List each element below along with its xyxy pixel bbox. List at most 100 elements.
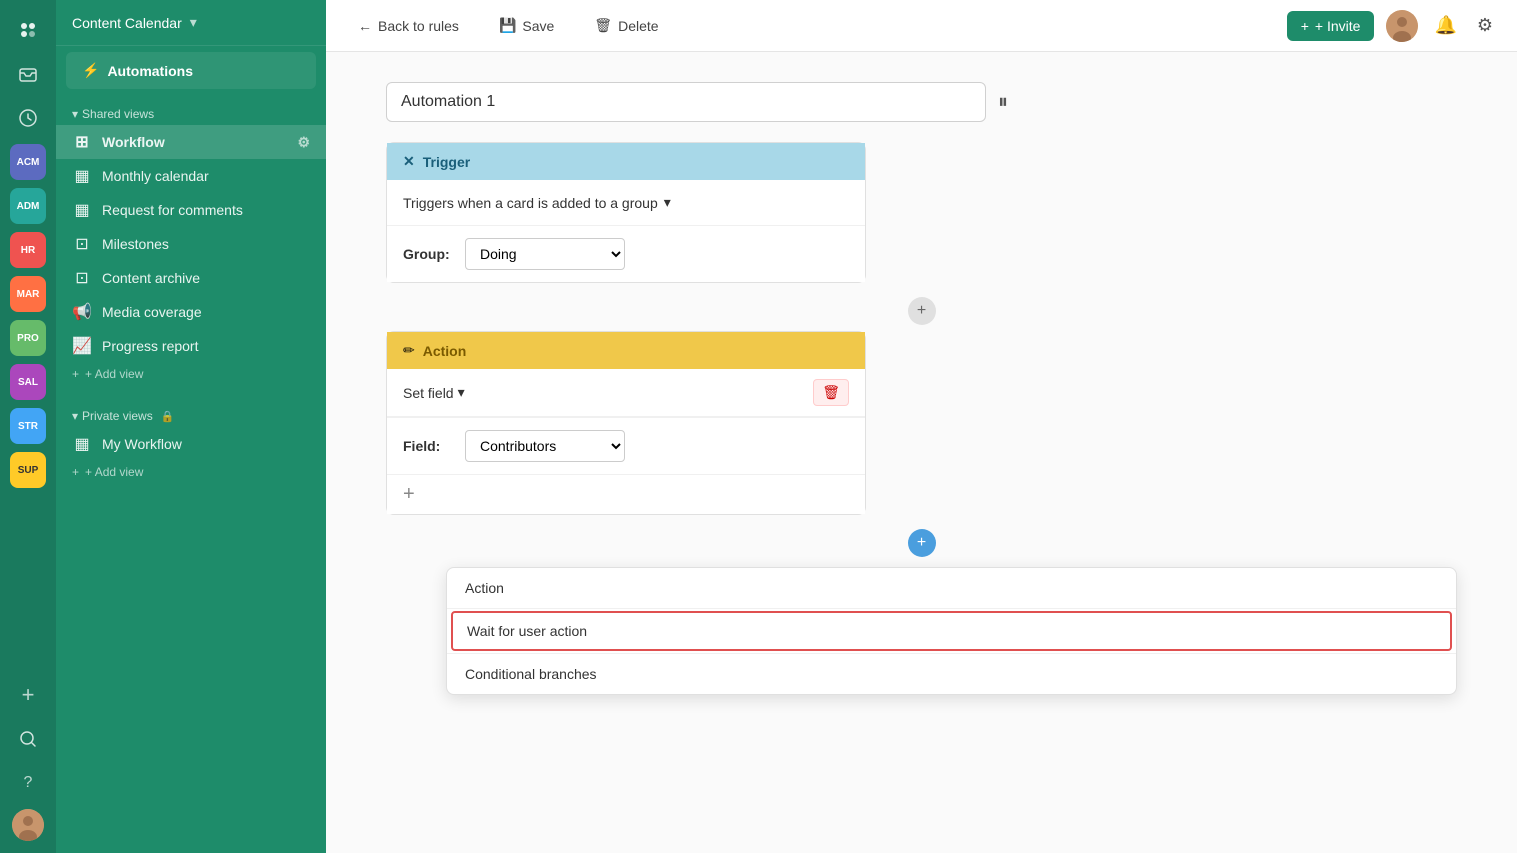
connector-gray: + bbox=[386, 291, 1457, 331]
sidebar-title: Content Calendar bbox=[72, 15, 182, 31]
dropdown-item-wait-user-action[interactable]: Wait for user action bbox=[451, 611, 1452, 651]
save-button[interactable]: 💾 Save bbox=[487, 11, 566, 40]
plus-icon-blue: + bbox=[917, 534, 926, 552]
action-block-body: Set field ▾ 🗑 Field: Contributors Assign… bbox=[387, 369, 865, 514]
sidebar-item-content-archive[interactable]: ⊡ Content archive bbox=[56, 261, 326, 295]
user-avatar-rail[interactable] bbox=[12, 809, 44, 841]
connector-add-btn-gray[interactable]: + bbox=[908, 297, 936, 325]
back-arrow-icon: ← bbox=[358, 18, 372, 34]
dropdown-item-conditional-branches[interactable]: Conditional branches bbox=[447, 654, 1456, 694]
trigger-group-row: Group: Doing To Do Done In Review bbox=[387, 225, 865, 282]
trigger-dropdown-arrow: ▾ bbox=[664, 194, 671, 211]
workspace-pro[interactable]: PRO bbox=[10, 320, 46, 356]
workspace-sup[interactable]: SUP bbox=[10, 452, 46, 488]
delete-button[interactable]: 🗑 Delete bbox=[582, 11, 670, 40]
delete-action-button[interactable]: 🗑 bbox=[813, 379, 849, 406]
content-area: ⏸ ✕ Trigger Triggers when a card is adde… bbox=[326, 52, 1517, 853]
dropdown-divider bbox=[447, 608, 1456, 609]
user-avatar-topbar[interactable] bbox=[1386, 10, 1418, 42]
add-step-dropdown: Action Wait for user action Conditional … bbox=[446, 567, 1457, 695]
pause-icon: ⏸ bbox=[998, 91, 1008, 113]
topbar-left: ← Back to rules 💾 Save 🗑 Delete bbox=[346, 11, 1267, 40]
action-field-row: Field: Contributors Assignee Status Due … bbox=[387, 417, 865, 474]
sidebar-item-my-workflow[interactable]: ▦ My Workflow bbox=[56, 427, 326, 461]
icon-rail: ACM ADM HR MAR PRO SAL STR SUP + ? bbox=[0, 0, 56, 853]
add-workspace-icon[interactable]: + bbox=[10, 677, 46, 713]
shared-views-label[interactable]: ▾ Shared views bbox=[56, 103, 326, 125]
sidebar-item-monthly-calendar[interactable]: ▦ Monthly calendar bbox=[56, 159, 326, 193]
automations-label: Automations bbox=[107, 63, 193, 79]
connector-add-btn-blue[interactable]: + bbox=[908, 529, 936, 557]
add-shared-view[interactable]: + + Add view bbox=[56, 363, 326, 389]
trigger-block-body: Triggers when a card is added to a group… bbox=[387, 180, 865, 282]
action-block: ✏ Action Set field ▾ 🗑 Field: bbox=[386, 331, 866, 515]
trash-icon: 🗑 bbox=[822, 384, 840, 400]
clock-icon[interactable] bbox=[10, 100, 46, 136]
topbar-right: + + Invite 🔔 ⚙ bbox=[1287, 10, 1497, 42]
action-icon: ✏ bbox=[403, 342, 415, 359]
media-coverage-icon: 📢 bbox=[72, 302, 92, 322]
action-type-row[interactable]: Set field ▾ 🗑 bbox=[387, 369, 865, 417]
workspace-acm[interactable]: ACM bbox=[10, 144, 46, 180]
sidebar-item-progress-report[interactable]: 📈 Progress report bbox=[56, 329, 326, 363]
trigger-group-select[interactable]: Doing To Do Done In Review bbox=[465, 238, 625, 270]
settings-icon-button[interactable]: ⚙ bbox=[1473, 11, 1497, 40]
sidebar-header[interactable]: Content Calendar ▾ bbox=[56, 0, 326, 46]
add-icon: + bbox=[403, 483, 415, 505]
action-type-dropdown[interactable]: Set field ▾ bbox=[403, 384, 465, 401]
sidebar-item-workflow[interactable]: ⊞ Workflow ⚙ bbox=[56, 125, 326, 159]
private-views-section: ▾ Private views 🔒 ▦ My Workflow + + Add … bbox=[56, 397, 326, 495]
chevron-icon-private: ▾ bbox=[72, 409, 78, 423]
sidebar-item-milestones[interactable]: ⊡ Milestones bbox=[56, 227, 326, 261]
workspace-str[interactable]: STR bbox=[10, 408, 46, 444]
request-comments-icon: ▦ bbox=[72, 200, 92, 220]
workspace-sal[interactable]: SAL bbox=[10, 364, 46, 400]
inbox-icon[interactable] bbox=[10, 56, 46, 92]
milestones-icon: ⊡ bbox=[72, 234, 92, 254]
trigger-block-header: ✕ Trigger bbox=[387, 143, 865, 180]
logo-icon[interactable] bbox=[10, 12, 46, 48]
private-views-label[interactable]: ▾ Private views 🔒 bbox=[56, 405, 326, 427]
add-action-field-button[interactable]: + bbox=[387, 474, 865, 514]
shared-views-section: ▾ Shared views ⊞ Workflow ⚙ ▦ Monthly ca… bbox=[56, 95, 326, 397]
add-view-icon: + bbox=[72, 367, 79, 381]
plus-icon: + bbox=[917, 302, 926, 320]
dropdown-item-action[interactable]: Action bbox=[447, 568, 1456, 608]
search-icon[interactable] bbox=[10, 721, 46, 757]
automation-name-row: ⏸ bbox=[386, 82, 1457, 122]
workspace-mar[interactable]: MAR bbox=[10, 276, 46, 312]
connector-blue: + bbox=[386, 523, 1457, 563]
action-dropdown-arrow: ▾ bbox=[458, 384, 465, 401]
invite-icon: + bbox=[1301, 18, 1309, 34]
workspace-adm[interactable]: ADM bbox=[10, 188, 46, 224]
sidebar-item-request-comments[interactable]: ▦ Request for comments bbox=[56, 193, 326, 227]
automations-item[interactable]: ⚡ Automations bbox=[66, 52, 316, 89]
delete-icon: 🗑 bbox=[594, 17, 612, 34]
workflow-settings-icon[interactable]: ⚙ bbox=[297, 134, 310, 151]
my-workflow-icon: ▦ bbox=[72, 434, 92, 454]
sidebar: Content Calendar ▾ ⚡ Automations ▾ Share… bbox=[56, 0, 326, 853]
automation-name-input[interactable] bbox=[386, 82, 986, 122]
help-icon[interactable]: ? bbox=[10, 765, 46, 801]
main-area: ← Back to rules 💾 Save 🗑 Delete + + Invi… bbox=[326, 0, 1517, 853]
invite-button[interactable]: + + Invite bbox=[1287, 11, 1375, 41]
trigger-icon: ✕ bbox=[403, 153, 415, 170]
pause-button[interactable]: ⏸ bbox=[998, 91, 1008, 114]
action-block-header: ✏ Action bbox=[387, 332, 865, 369]
back-to-rules-button[interactable]: ← Back to rules bbox=[346, 12, 471, 40]
sidebar-chevron: ▾ bbox=[190, 14, 197, 31]
topbar: ← Back to rules 💾 Save 🗑 Delete + + Invi… bbox=[326, 0, 1517, 52]
add-private-view-icon: + bbox=[72, 465, 79, 479]
action-field-select[interactable]: Contributors Assignee Status Due Date bbox=[465, 430, 625, 462]
bolt-icon: ⚡ bbox=[82, 62, 99, 79]
lock-icon: 🔒 bbox=[161, 410, 175, 423]
bell-icon-button[interactable]: 🔔 bbox=[1430, 11, 1460, 40]
trigger-type-row[interactable]: Triggers when a card is added to a group… bbox=[387, 180, 865, 225]
chevron-icon: ▾ bbox=[72, 107, 78, 121]
content-archive-icon: ⊡ bbox=[72, 268, 92, 288]
sidebar-item-media-coverage[interactable]: 📢 Media coverage bbox=[56, 295, 326, 329]
add-private-view[interactable]: + + Add view bbox=[56, 461, 326, 487]
workspace-hr[interactable]: HR bbox=[10, 232, 46, 268]
progress-report-icon: 📈 bbox=[72, 336, 92, 356]
monthly-calendar-icon: ▦ bbox=[72, 166, 92, 186]
